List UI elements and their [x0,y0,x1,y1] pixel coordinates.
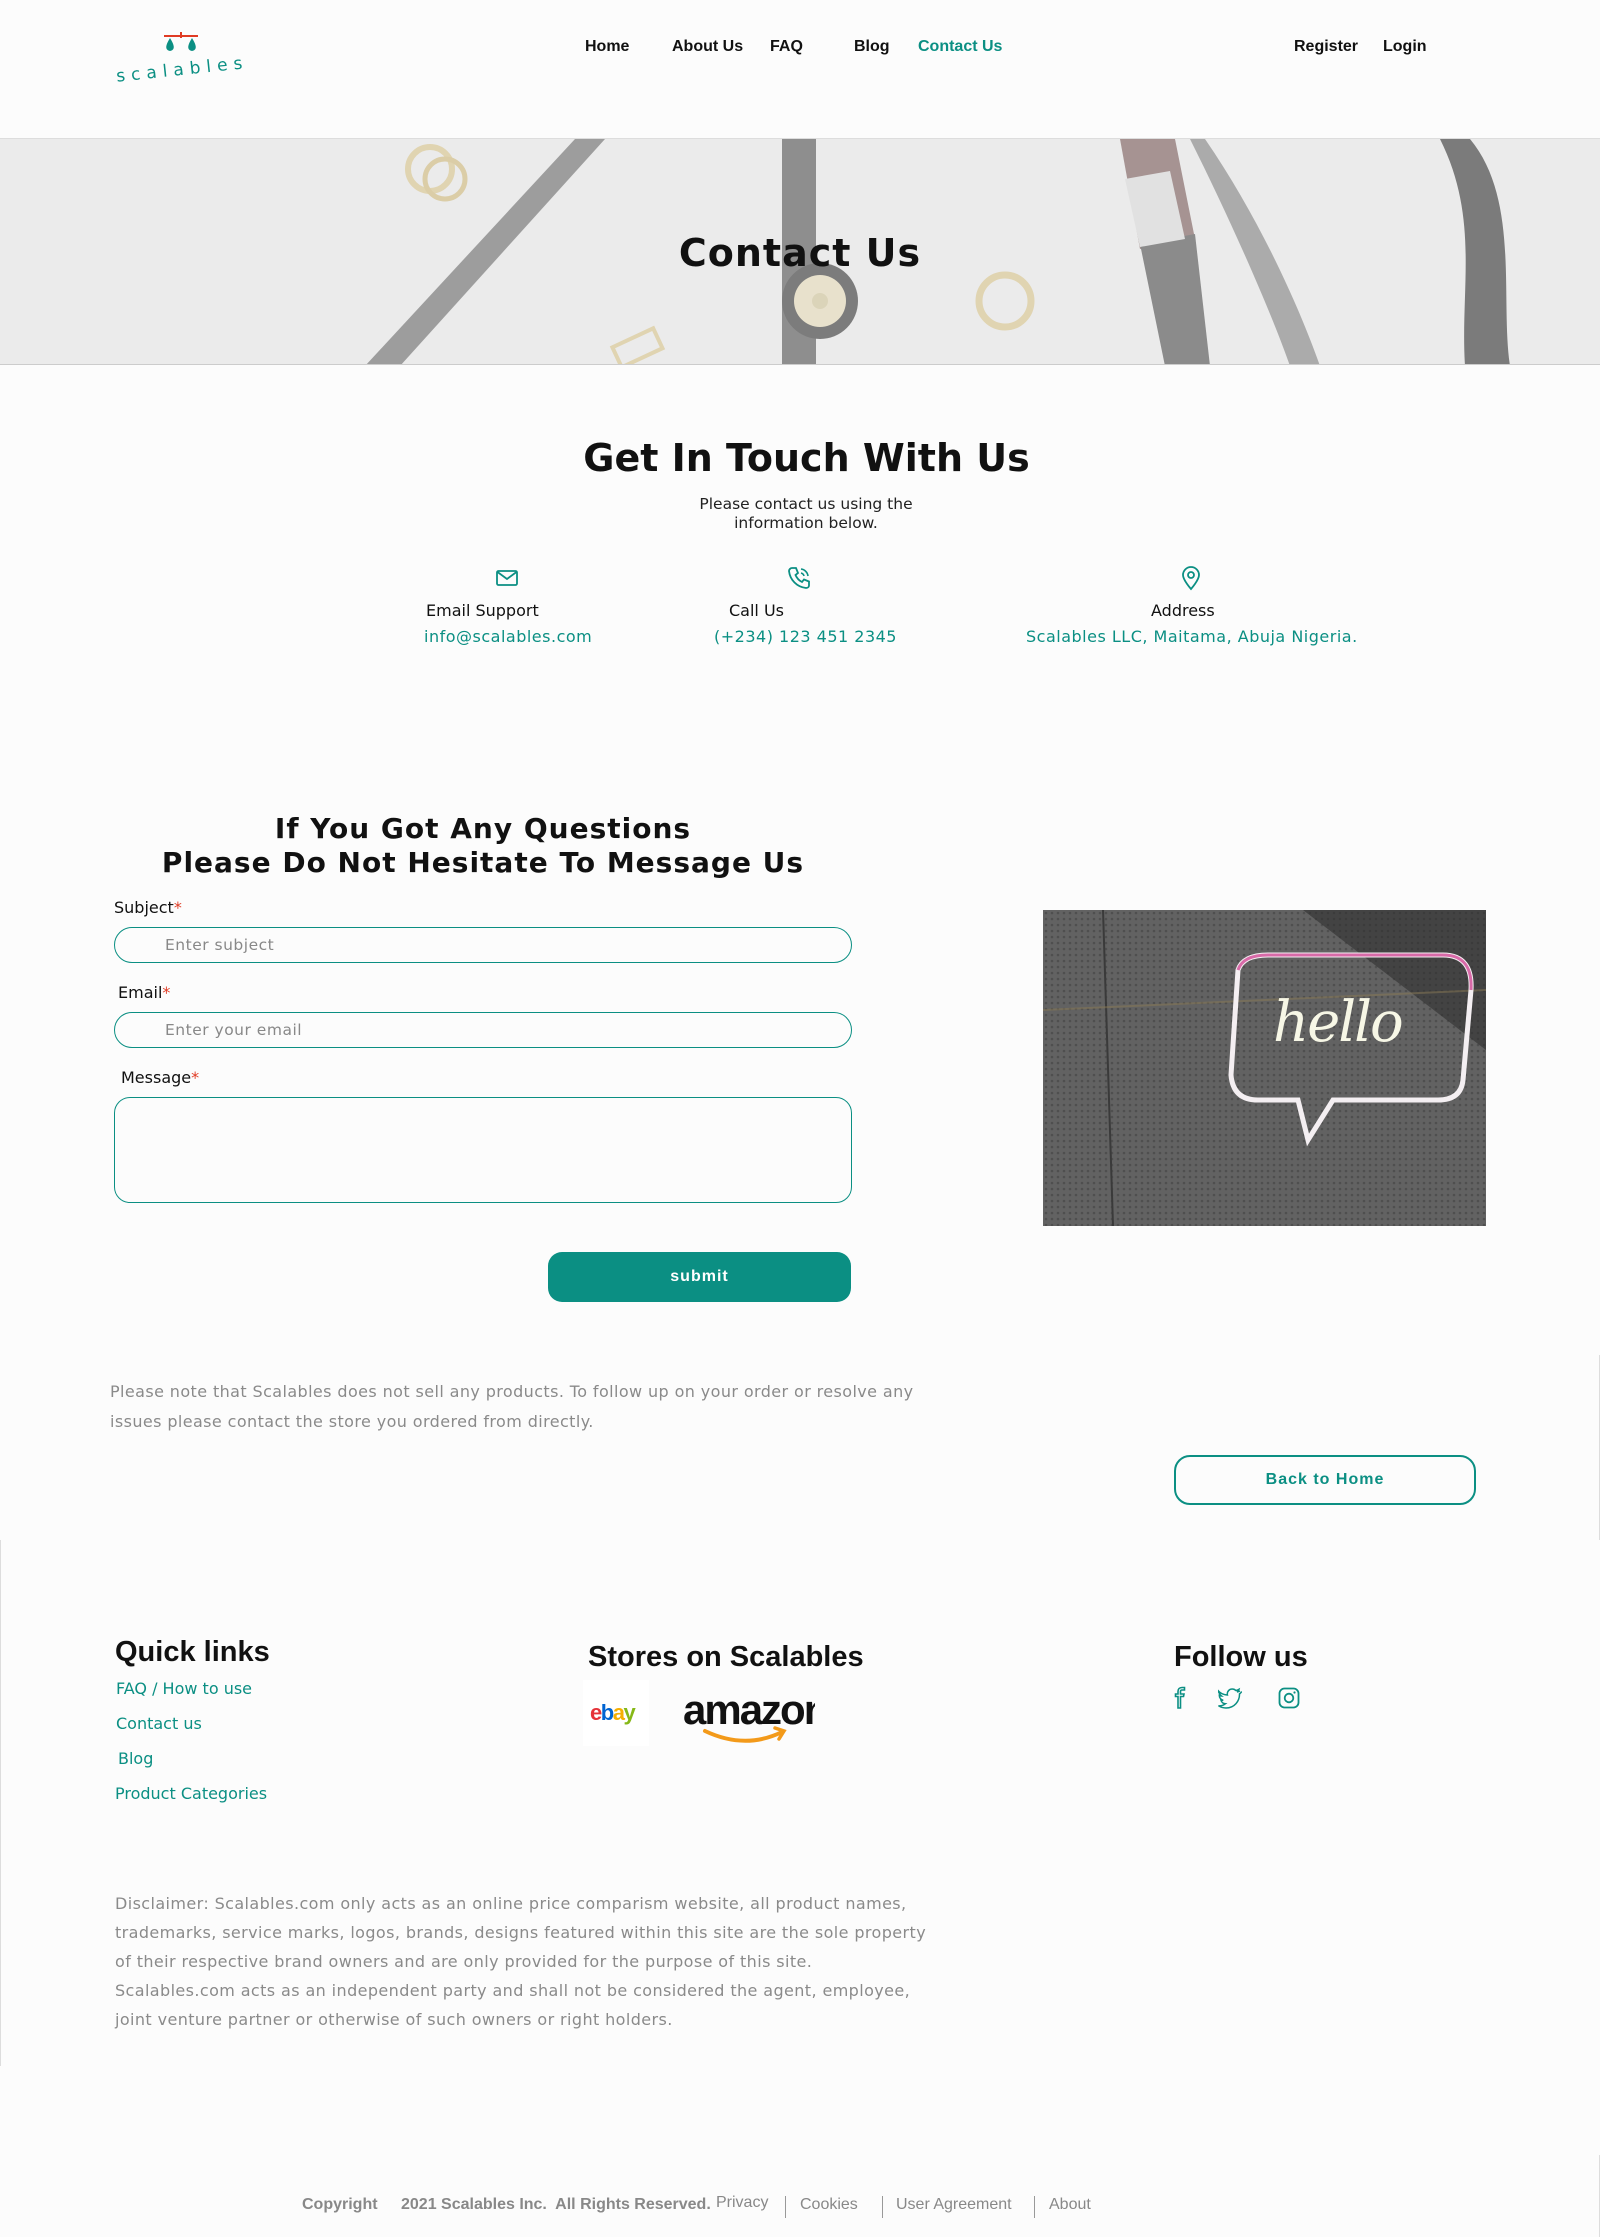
form-title-line-2: Please Do Not Hesitate To Message Us [161,846,805,879]
brand-logo[interactable]: scalables [115,30,249,90]
svg-text:amazon: amazon [683,1688,815,1733]
login-link[interactable]: Login [1383,38,1427,56]
amazon-store-logo[interactable]: amazon [680,1686,830,1748]
footer-separator [785,2196,786,2218]
email-label-text: Email [118,983,163,1002]
phone-icon [788,567,810,589]
copyright-text: 2021 Scalables Inc. All Rights Reserved. [401,2196,711,2213]
back-to-home-button[interactable]: Back to Home [1174,1455,1476,1505]
quick-link-faq[interactable]: FAQ / How to use [116,1679,252,1698]
required-mark: * [173,898,182,917]
mail-icon [496,570,518,586]
quick-link-product-categories[interactable]: Product Categories [115,1784,267,1803]
ebay-store-logo[interactable]: ebay [583,1680,649,1746]
disclaimer-paragraph-1: Disclaimer: Scalables.com only acts as a… [115,1894,927,1971]
call-us-label: Call Us [729,601,784,620]
hello-neon-sign-illustration [1043,910,1486,1226]
map-pin-icon [1182,566,1200,591]
facebook-icon[interactable] [1168,1686,1192,1710]
follow-us-title: Follow us [1174,1641,1308,1673]
copyright-label: Copyright [302,2196,378,2213]
call-us-value[interactable]: (+234) 123 451 2345 [714,627,897,646]
address-label: Address [1151,601,1215,620]
nav-faq[interactable]: FAQ [770,38,803,56]
subject-label: Subject* [114,898,182,917]
nav-blog[interactable]: Blog [854,38,890,56]
form-title: If You Got Any Questions Please Do Not H… [150,812,816,880]
get-in-touch-subtitle: Please contact us using the information … [699,495,913,532]
user-agreement-link[interactable]: User Agreement [896,2196,1012,2214]
hero-banner: Contact Us [0,138,1600,365]
email-support-value[interactable]: info@scalables.com [424,627,592,646]
email-support-label: Email Support [426,601,539,620]
twitter-icon[interactable] [1218,1686,1242,1710]
get-in-touch-title: Get In Touch With Us [583,436,1030,480]
instagram-icon[interactable] [1277,1686,1301,1710]
disclaimer-paragraph-2: Scalables.com acts as an independent par… [115,1981,911,2029]
nav-home[interactable]: Home [585,38,629,56]
quick-link-blog[interactable]: Blog [118,1749,153,1768]
email-label: Email* [118,983,170,1002]
footer-left-edge [0,1540,1,2066]
page-title: Contact Us [678,231,922,275]
nav-about-us[interactable]: About Us [672,38,743,56]
required-mark: * [191,1068,200,1087]
disclaimer: Disclaimer: Scalables.com only acts as a… [115,1889,945,2034]
nav-contact-us[interactable]: Contact Us [918,38,1002,56]
quick-link-contact[interactable]: Contact us [116,1714,202,1733]
amazon-logo-icon: amazon [683,1686,830,1743]
ebay-logo-icon: ebay [590,1700,638,1725]
register-link[interactable]: Register [1294,38,1358,56]
message-textarea[interactable] [114,1097,852,1203]
subject-label-text: Subject [114,898,174,917]
footer-separator [1034,2196,1035,2218]
address-value: Scalables LLC, Maitama, Abuja Nigeria. [1026,627,1358,646]
quick-links-title: Quick links [115,1636,270,1668]
privacy-link[interactable]: Privacy [716,2194,768,2212]
message-label: Message* [121,1068,199,1087]
required-mark: * [162,983,171,1002]
message-label-text: Message [121,1068,192,1087]
submit-button[interactable]: submit [548,1252,851,1302]
store-notice: Please note that Scalables does not sell… [110,1382,914,1431]
form-title-line-1: If You Got Any Questions [274,812,692,845]
hello-neon-image: hello [1043,910,1486,1226]
hello-neon-text: hello [1273,990,1404,1055]
about-link[interactable]: About [1049,2196,1091,2214]
svg-text:ebay: ebay [590,1700,636,1725]
site-header: scalables Home About Us FAQ Blog Contact… [0,0,1600,138]
stores-title: Stores on Scalables [588,1641,864,1673]
footer-separator [882,2196,883,2218]
email-input[interactable] [114,1012,852,1048]
cookies-link[interactable]: Cookies [800,2196,858,2214]
subject-input[interactable] [114,927,852,963]
